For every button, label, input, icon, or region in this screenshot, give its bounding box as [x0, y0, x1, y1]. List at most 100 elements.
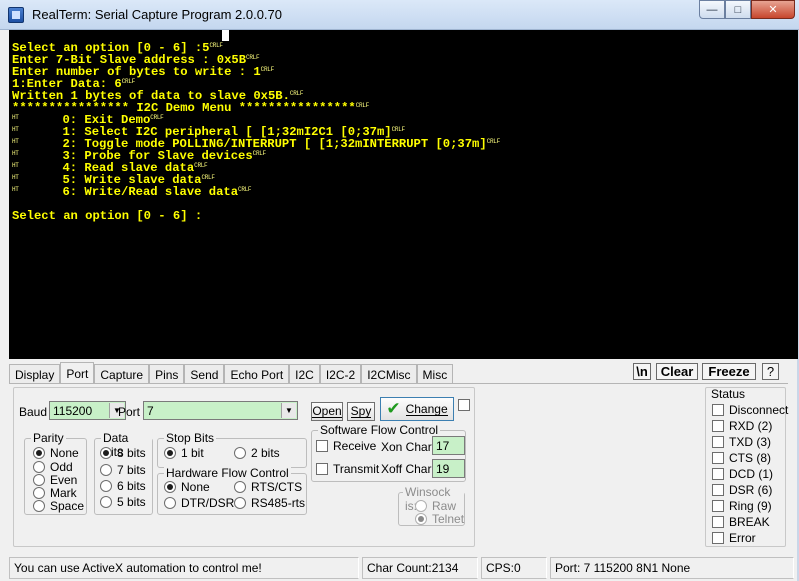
radio-rts-cts[interactable]: RTS/CTS [234, 480, 302, 494]
tab-misc[interactable]: Misc [416, 364, 454, 384]
radio-button[interactable] [415, 500, 427, 512]
radio-label: DTR/DSR [181, 496, 235, 510]
radio-even[interactable]: Even [33, 473, 77, 487]
tab-i2c-2[interactable]: I2C-2 [319, 364, 362, 384]
radio-button[interactable] [415, 513, 427, 525]
radio-button[interactable] [164, 481, 176, 493]
tab-i2c[interactable]: I2C [289, 364, 320, 384]
status-panel: Status Disconnect RXD (2) TXD (3) CTS (8) DC… [705, 387, 788, 547]
terminal-text: 6: Write/Read slave data [18, 185, 239, 199]
change-button[interactable]: ✔ Change [380, 397, 454, 421]
control-char-tag: CRLF [289, 90, 304, 97]
tab-send[interactable]: Send [184, 364, 225, 384]
radio-label: Space [50, 499, 85, 513]
status-ring-9: Ring (9) [712, 499, 772, 513]
control-char-tag: CRLF [246, 54, 260, 61]
tab-echo-port[interactable]: Echo Port [224, 364, 290, 384]
spy-button[interactable]: Spy [347, 402, 375, 421]
radio-label: 5 bits [117, 495, 146, 509]
tab-i2cmisc[interactable]: I2CMisc [361, 364, 417, 384]
radio-button[interactable] [100, 496, 112, 508]
radio-button[interactable] [234, 481, 246, 493]
control-char-tag: CRLF [121, 78, 136, 85]
radio-button[interactable] [33, 474, 45, 486]
port-panel: Baud 115200 ▼ Port 7 ▼ Open Spy ✔ Change… [13, 387, 475, 547]
radio-mark[interactable]: Mark [33, 486, 77, 500]
radio-button[interactable] [234, 447, 246, 459]
radio-button[interactable] [100, 464, 112, 476]
radio-label: 7 bits [117, 463, 146, 477]
radio-telnet[interactable]: Telnet [415, 512, 464, 526]
xoff-char-input[interactable]: 19 [432, 459, 465, 478]
radio-8-bits[interactable]: 8 bits [100, 446, 146, 460]
receive-checkbox-row[interactable]: Receive [316, 439, 376, 453]
radio-odd[interactable]: Odd [33, 460, 73, 474]
tab-capture[interactable]: Capture [94, 364, 150, 384]
tab-strip: Display Port Capture Pins Send Echo Port I2C I2… [9, 362, 669, 384]
radio-none[interactable]: None [33, 446, 79, 460]
cps-readout: CPS:0 [481, 557, 547, 579]
open-button[interactable]: Open [311, 402, 343, 421]
control-char-tag: CRLF [150, 114, 164, 121]
tab-pins[interactable]: Pins [149, 364, 185, 384]
transmit-checkbox[interactable] [316, 463, 328, 475]
data-bits-group: Data Bits 8 bits 7 bits 6 bits 5 bits [94, 431, 153, 515]
transmit-checkbox-row[interactable]: Transmit [316, 462, 379, 476]
radio-button[interactable] [33, 461, 45, 473]
xon-char-input[interactable]: 17 [432, 436, 465, 455]
radio-button[interactable] [33, 487, 45, 499]
control-char-tag: HT [12, 174, 19, 181]
radio-button[interactable] [33, 500, 45, 512]
radio-space[interactable]: Space [33, 499, 84, 513]
radio-button[interactable] [100, 480, 112, 492]
radio-button[interactable] [100, 447, 112, 459]
baud-select[interactable]: 115200 ▼ [49, 401, 126, 420]
radio-5-bits[interactable]: 5 bits [100, 495, 146, 509]
port-select[interactable]: 7 ▼ [143, 401, 298, 420]
status-indicator [712, 420, 724, 432]
radio-2-bits[interactable]: 2 bits [234, 446, 280, 460]
status-label: Ring (9) [729, 499, 772, 513]
radio-none[interactable]: None [164, 480, 210, 494]
radio-button[interactable] [164, 497, 176, 509]
radio-label: Even [50, 473, 78, 487]
clear-button[interactable]: Clear [656, 363, 698, 380]
control-char-tag: HT [12, 150, 19, 157]
minimize-button[interactable]: — [699, 0, 725, 19]
radio-raw[interactable]: Raw [415, 499, 456, 513]
radio-button[interactable] [33, 447, 45, 459]
control-char-tag: CRLF [486, 138, 501, 145]
radio-button[interactable] [164, 447, 176, 459]
control-char-tag: CRLF [201, 174, 215, 181]
char-count: Char Count:2134 [362, 557, 478, 579]
control-char-tag: HT [12, 114, 19, 121]
help-button[interactable]: ? [762, 363, 779, 380]
terminal-display[interactable]: Select an option [0 - 6] :5CRLF Enter 7-B… [9, 30, 798, 359]
radio-1-bit[interactable]: 1 bit [164, 446, 204, 460]
hardware-flow-group: Hardware Flow Control None RTS/CTS DTR/DSR… [157, 466, 307, 515]
maximize-button[interactable]: □ [725, 0, 751, 19]
window-title: RealTerm: Serial Capture Program 2.0.0.7… [32, 7, 283, 22]
radio-button[interactable] [234, 497, 246, 509]
radio-6-bits[interactable]: 6 bits [100, 479, 146, 493]
radio-7-bits[interactable]: 7 bits [100, 463, 146, 477]
hardware-flow-title: Hardware Flow Control [164, 466, 291, 480]
terminal-line: Select an option [0 - 6] : [12, 210, 798, 222]
status-label: BREAK [729, 515, 770, 529]
freeze-button[interactable]: Freeze [702, 363, 756, 380]
terminal-cursor [222, 30, 229, 41]
radio-label: Raw [432, 499, 457, 513]
app-icon [8, 7, 24, 23]
receive-checkbox[interactable] [316, 440, 328, 452]
baud-value: 115200 [53, 403, 93, 418]
change-checkbox[interactable] [458, 399, 470, 411]
chevron-down-icon: ▼ [281, 403, 296, 418]
tab-port[interactable]: Port [60, 362, 95, 384]
newline-button[interactable]: \n [633, 363, 651, 380]
close-button[interactable]: ✕ [751, 0, 795, 19]
transmit-label: Transmit [333, 462, 380, 476]
title-bar: RealTerm: Serial Capture Program 2.0.0.7… [0, 0, 799, 30]
radio-rs485-rts[interactable]: RS485-rts [234, 496, 305, 510]
radio-dtr-dsr[interactable]: DTR/DSR [164, 496, 234, 510]
tab-display[interactable]: Display [9, 364, 61, 384]
